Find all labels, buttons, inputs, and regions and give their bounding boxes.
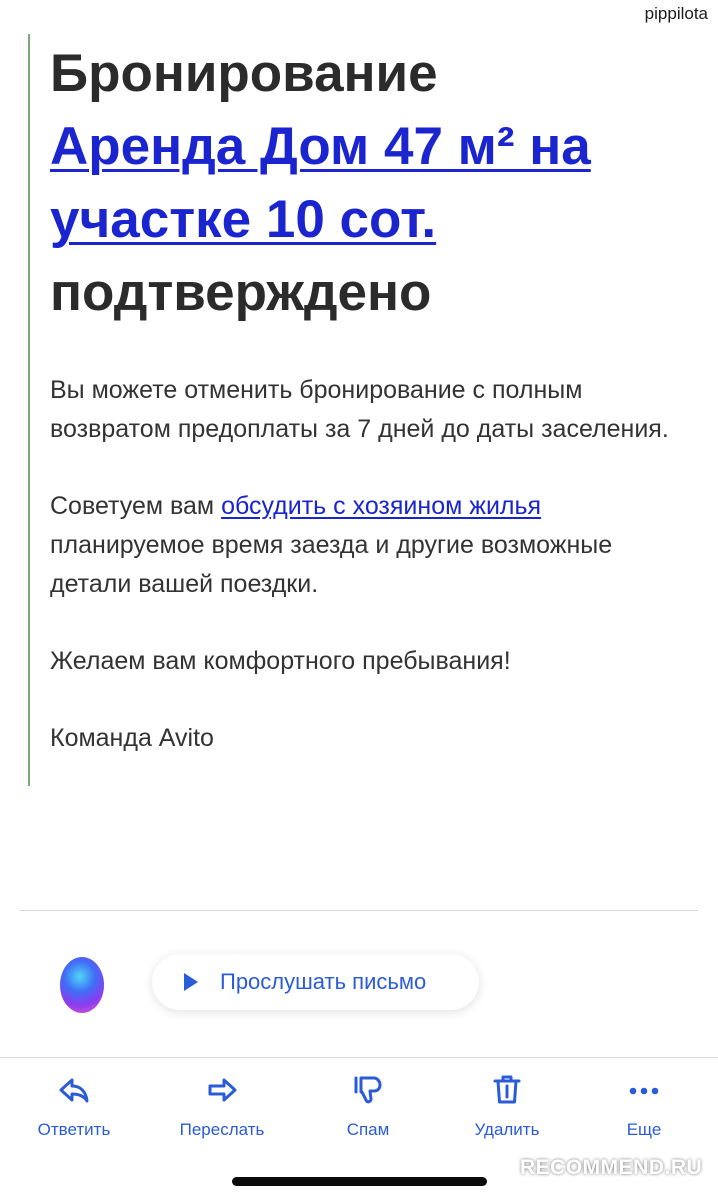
delete-label: Удалить <box>474 1120 540 1139</box>
advice-text-before: Советуем вам <box>50 492 222 520</box>
cancellation-paragraph: Вы можете отменить бронирование с полным… <box>50 376 669 443</box>
more-dots-icon <box>629 1087 659 1095</box>
voice-assistant-orb-icon[interactable] <box>60 957 104 1013</box>
reply-button[interactable]: Ответить <box>14 1070 134 1150</box>
headline-suffix: подтверждено <box>50 263 432 322</box>
reply-label: Ответить <box>37 1120 111 1139</box>
more-label: Еще <box>626 1120 662 1139</box>
watermark-site: RECOMMEND.RU <box>520 1156 703 1179</box>
watermark-username: pippilota <box>644 4 708 23</box>
reply-icon <box>59 1078 89 1103</box>
advice-paragraph: Советуем вам обсудить с хозяином жилья п… <box>50 487 688 604</box>
more-button[interactable]: Еще <box>584 1070 704 1150</box>
contact-host-link[interactable]: обсудить с хозяином жилья <box>221 492 541 520</box>
forward-button[interactable]: Переслать <box>162 1070 282 1150</box>
play-icon <box>184 973 198 991</box>
delete-button[interactable]: Удалить <box>447 1070 567 1150</box>
spam-button[interactable]: Спам <box>308 1070 428 1150</box>
spam-label: Спам <box>346 1120 390 1139</box>
advice-text-after: планируемое время заезда и другие возмож… <box>50 531 613 598</box>
wish-paragraph: Желаем вам комфортного пребывания! <box>50 647 511 675</box>
content-divider <box>20 910 698 911</box>
listen-email-button[interactable]: Прослушать письмо <box>152 954 479 1010</box>
forward-icon <box>208 1078 237 1102</box>
home-indicator[interactable] <box>232 1177 487 1186</box>
forward-label: Переслать <box>179 1120 265 1139</box>
bottom-toolbar: Ответить Переслать Спам Удалить Еще <box>0 1070 718 1150</box>
signature: Команда Avito <box>50 724 214 752</box>
trash-icon <box>493 1075 521 1104</box>
listing-link[interactable]: Аренда Дом 47 м² на участке 10 сот. <box>50 117 591 249</box>
email-body: Бронирование Аренда Дом 47 м² на участке… <box>28 34 688 786</box>
headline-prefix: Бронирование <box>50 44 438 103</box>
email-headline: Бронирование Аренда Дом 47 м² на участке… <box>50 37 688 329</box>
thumbs-down-icon <box>354 1076 382 1104</box>
listen-email-label: Прослушать письмо <box>220 969 427 994</box>
toolbar-divider <box>0 1057 718 1058</box>
